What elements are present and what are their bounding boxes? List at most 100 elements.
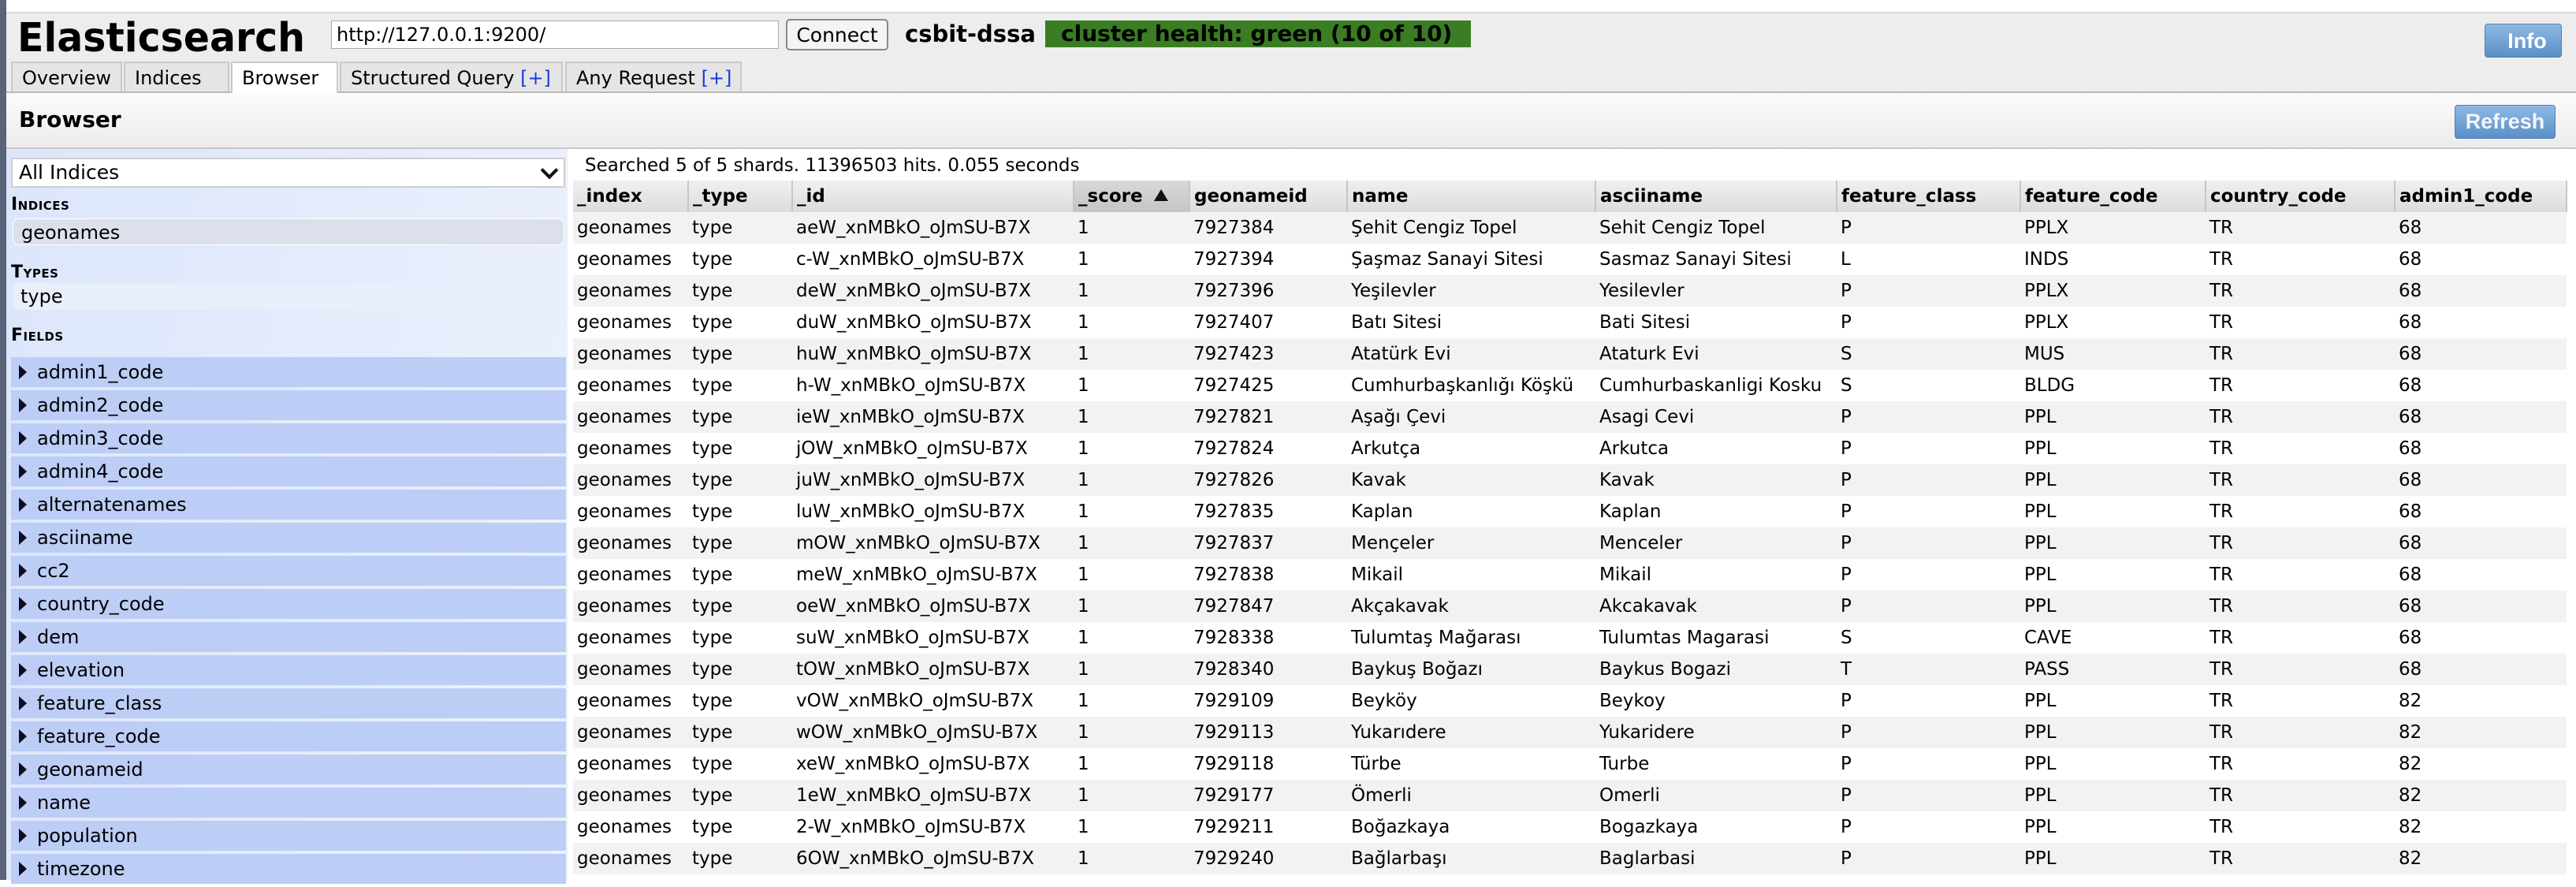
cell-country-code: TR [2206,370,2395,401]
cell-index: geonames [573,591,688,622]
cell-feature-code: PPL [2020,464,2206,496]
tab-any-request[interactable]: Any Request [+] [565,61,742,91]
cell-type: type [688,843,792,874]
cell-score: 1 [1074,591,1189,622]
column-header-admin1-code[interactable]: admin1_code [2395,181,2567,212]
table-row[interactable]: geonames type xeW_xnMBkO_oJmSU-B7X 1 7929118… [573,748,2567,780]
tab-overview[interactable]: Overview [11,61,122,91]
info-menu-button[interactable]: Info [2485,24,2562,77]
tab-indices[interactable]: Indices [124,61,229,91]
table-row[interactable]: geonames type aeW_xnMBkO_oJmSU-B7X 1 7927384… [573,212,2567,244]
field-item-admin1-code[interactable]: admin1_code [11,357,566,387]
cell-country-code: TR [2206,780,2395,811]
cell-geonameid: 7927826 [1189,464,1347,496]
column-header-score[interactable]: _score [1074,181,1190,212]
table-row[interactable]: geonames type meW_xnMBkO_oJmSU-B7X 1 7927838… [573,559,2567,591]
cell-admin1-code: 82 [2395,811,2567,843]
cell-feature-class: P [1837,559,2020,591]
field-item-admin4-code[interactable]: admin4_code [11,457,566,486]
column-header-label: name [1352,186,1409,207]
field-item-dem[interactable]: dem [11,622,566,652]
cell-feature-class: P [1837,843,2020,874]
field-item-timezone[interactable]: timezone [11,854,566,884]
column-header-country-code[interactable]: country_code [2206,181,2395,212]
field-item-elevation[interactable]: elevation [11,655,566,685]
field-item-geonameid[interactable]: geonameid [11,755,566,785]
expand-triangle-icon [19,796,27,810]
column-header-label: _id [797,186,825,207]
cell-index: geonames [573,527,688,559]
table-row[interactable]: geonames type vOW_xnMBkO_oJmSU-B7X 1 7929109… [573,685,2567,717]
table-row[interactable]: geonames type c-W_xnMBkO_oJmSU-B7X 1 7927394… [573,244,2567,275]
table-row[interactable]: geonames type luW_xnMBkO_oJmSU-B7X 1 7927835… [573,496,2567,527]
table-row[interactable]: geonames type 1eW_xnMBkO_oJmSU-B7X 1 7929177… [573,780,2567,811]
field-item-feature-code[interactable]: feature_code [11,721,566,751]
table-header-row: _index _type _id _score geonameid name asciina… [573,181,2567,212]
index-select[interactable]: All Indices [11,158,565,188]
cell-feature-code: PPL [2020,559,2206,591]
cell-admin1-code: 68 [2395,401,2567,433]
cell-geonameid: 7929177 [1189,780,1347,811]
table-row[interactable]: geonames type duW_xnMBkO_oJmSU-B7X 1 7927407… [573,307,2567,338]
field-item-alternatenames[interactable]: alternatenames [11,490,566,520]
cell-index: geonames [573,654,688,685]
tab-browser[interactable]: Browser [231,61,338,93]
field-item-country-code[interactable]: country_code [11,589,566,619]
index-filter-geonames[interactable]: geonames [13,218,564,245]
connect-button[interactable]: Connect [786,19,888,50]
field-item-population[interactable]: population [11,821,566,851]
cell-index: geonames [573,748,688,780]
cell-score: 1 [1074,370,1189,401]
table-row[interactable]: geonames type huW_xnMBkO_oJmSU-B7X 1 7927423… [573,338,2567,370]
cell-country-code: TR [2206,401,2395,433]
cell-geonameid: 7929211 [1189,811,1347,843]
column-header-geonameid[interactable]: geonameid [1189,181,1348,212]
cell-type: type [688,370,792,401]
cell-score: 1 [1074,244,1189,275]
table-row[interactable]: geonames type tOW_xnMBkO_oJmSU-B7X 1 7928340… [573,654,2567,685]
table-row[interactable]: geonames type juW_xnMBkO_oJmSU-B7X 1 7927826… [573,464,2567,496]
cell-name: Bağlarbaşı [1347,843,1595,874]
table-row[interactable]: geonames type h-W_xnMBkO_oJmSU-B7X 1 7927425… [573,370,2567,401]
table-row[interactable]: geonames type suW_xnMBkO_oJmSU-B7X 1 7928338… [573,622,2567,654]
cell-feature-code: PPL [2020,748,2206,780]
add-tab-link[interactable]: [+] [702,67,732,89]
field-item-name[interactable]: name [11,788,566,818]
add-tab-link[interactable]: [+] [520,67,551,89]
cell-id: aeW_xnMBkO_oJmSU-B7X [792,212,1074,244]
column-header-feature-code[interactable]: feature_code [2020,181,2206,212]
cluster-url-input[interactable] [331,20,779,49]
type-filter-type[interactable]: type [13,283,564,310]
column-header-label: country_code [2210,186,2347,207]
cell-admin1-code: 82 [2395,780,2567,811]
field-item-feature-class[interactable]: feature_class [11,688,566,718]
column-header-feature-class[interactable]: feature_class [1837,181,2021,212]
table-row[interactable]: geonames type deW_xnMBkO_oJmSU-B7X 1 7927396… [573,275,2567,307]
field-item-asciiname[interactable]: asciiname [11,523,566,553]
column-header-index[interactable]: _index [573,181,689,212]
types-heading: Types [11,263,59,282]
cell-name: Yukarıdere [1347,717,1595,748]
table-row[interactable]: geonames type mOW_xnMBkO_oJmSU-B7X 1 7927837… [573,527,2567,559]
column-header-id[interactable]: _id [792,181,1074,212]
field-item-cc2[interactable]: cc2 [11,556,566,586]
cell-id: 2-W_xnMBkO_oJmSU-B7X [792,811,1074,843]
table-row[interactable]: geonames type 6OW_xnMBkO_oJmSU-B7X 1 7929240… [573,843,2567,874]
column-header-type[interactable]: _type [688,181,793,212]
tab-structured-query[interactable]: Structured Query [+] [340,61,563,91]
column-header-name[interactable]: name [1347,181,1596,212]
column-header-asciiname[interactable]: asciiname [1595,181,1837,212]
table-row[interactable]: geonames type oeW_xnMBkO_oJmSU-B7X 1 7927847… [573,591,2567,622]
refresh-button[interactable]: Refresh [2455,105,2556,139]
field-item-admin3-code[interactable]: admin3_code [11,423,566,453]
field-label: geonameid [37,758,143,781]
cell-geonameid: 7929113 [1189,717,1347,748]
table-row[interactable]: geonames type 2-W_xnMBkO_oJmSU-B7X 1 7929211… [573,811,2567,843]
sort-ascending-icon [1153,189,1168,201]
table-row[interactable]: geonames type ieW_xnMBkO_oJmSU-B7X 1 7927821… [573,401,2567,433]
cell-country-code: TR [2206,685,2395,717]
table-row[interactable]: geonames type jOW_xnMBkO_oJmSU-B7X 1 7927824… [573,433,2567,464]
field-item-admin2-code[interactable]: admin2_code [11,390,566,420]
cell-country-code: TR [2206,527,2395,559]
table-row[interactable]: geonames type wOW_xnMBkO_oJmSU-B7X 1 7929113… [573,717,2567,748]
